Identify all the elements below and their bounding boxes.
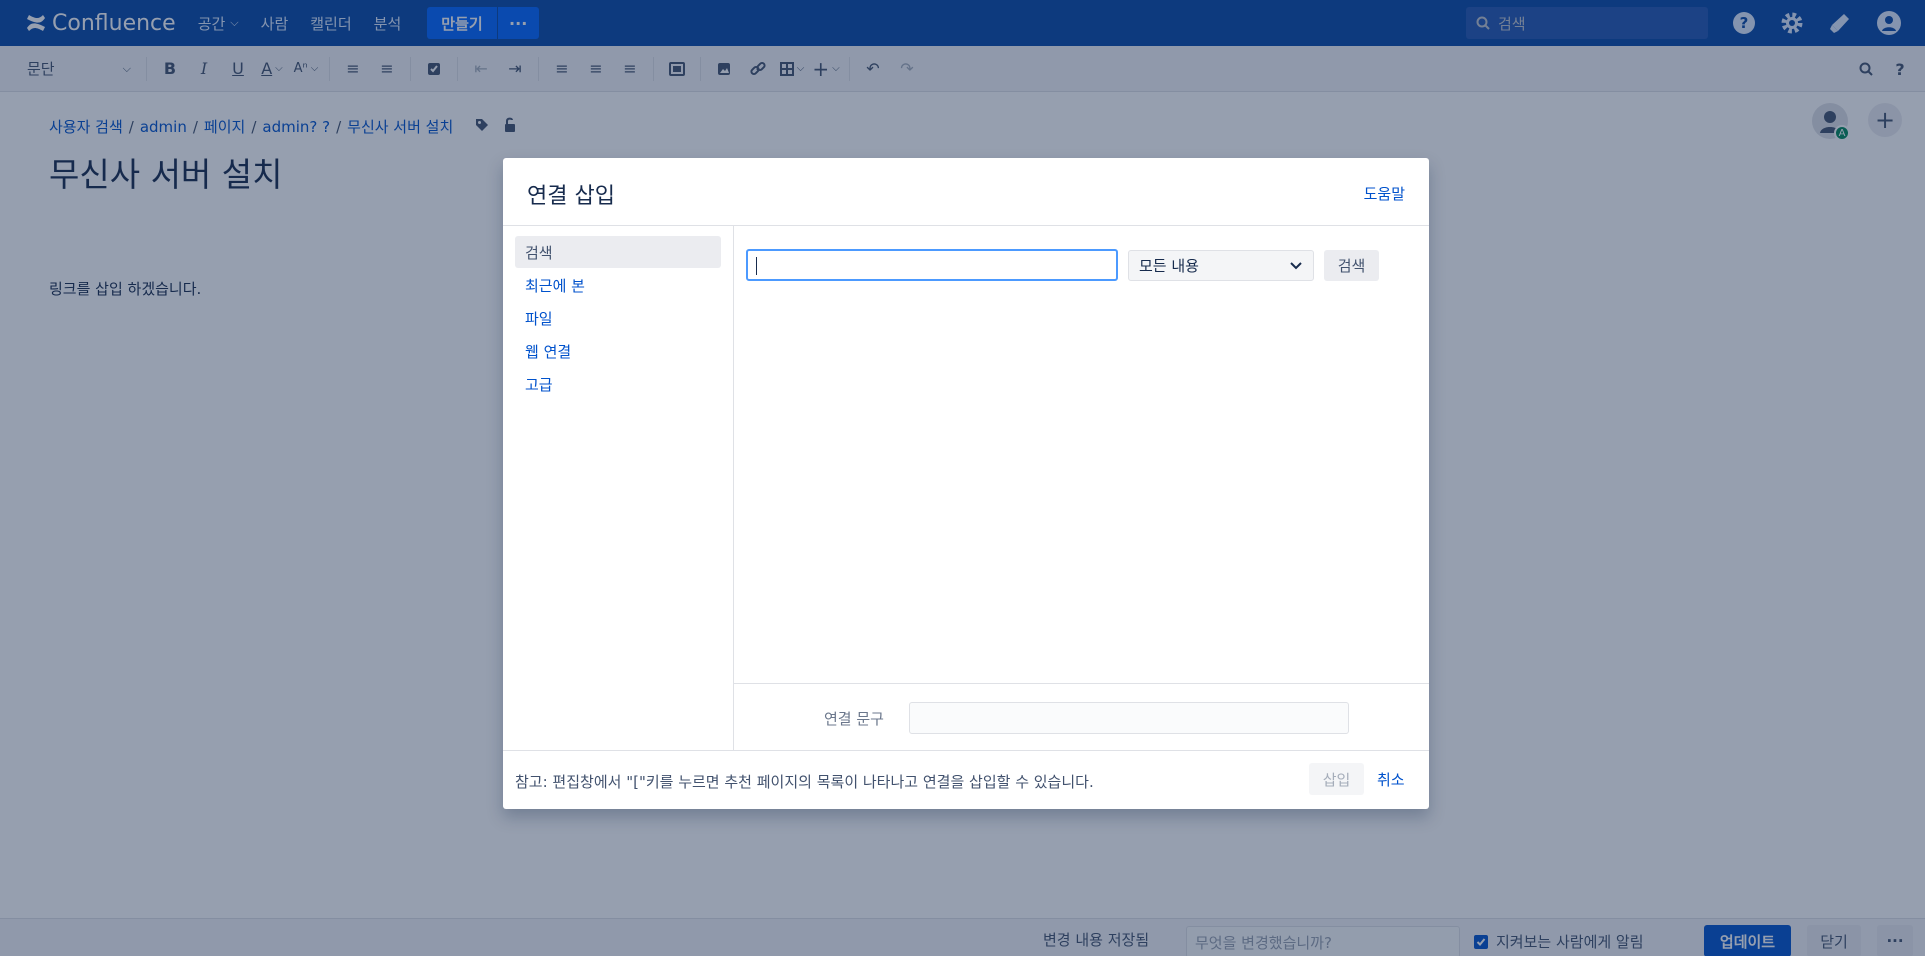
sidebar-item-web-link[interactable]: 웹 연결	[515, 335, 721, 367]
dialog-help-link[interactable]: 도움말	[1364, 183, 1405, 204]
dialog-note: 참고: 편집창에서 "["키를 누르면 추천 페이지의 목록이 나타나고 연결을…	[515, 773, 1094, 791]
sidebar-item-advanced[interactable]: 고급	[515, 368, 721, 400]
dialog-footer: 참고: 편집창에서 "["키를 누르면 추천 페이지의 목록이 나타나고 연결을…	[503, 750, 1429, 809]
search-button[interactable]: 검색	[1324, 250, 1379, 281]
sidebar-item-recently-viewed[interactable]: 최근에 본	[515, 269, 721, 301]
link-search-input[interactable]	[746, 249, 1118, 281]
dialog-title: 연결 삽입	[527, 184, 615, 209]
link-text-row: 연결 문구	[734, 683, 1429, 750]
link-text-label: 연결 문구	[824, 710, 884, 728]
dialog-header: 연결 삽입 도움말	[503, 158, 1429, 226]
insert-button[interactable]: 삽입	[1309, 763, 1364, 795]
cancel-button[interactable]: 취소	[1371, 763, 1411, 795]
insert-link-dialog: 연결 삽입 도움말 검색 최근에 본 파일 웹 연결 고급 모든 내용 검색 연…	[503, 158, 1429, 809]
dialog-sidebar: 검색 최근에 본 파일 웹 연결 고급	[503, 226, 734, 750]
sidebar-item-search[interactable]: 검색	[515, 236, 721, 268]
chevron-down-icon	[1290, 261, 1302, 269]
sidebar-item-files[interactable]: 파일	[515, 302, 721, 334]
link-text-input[interactable]	[909, 702, 1349, 734]
search-scope-value: 모든 내용	[1139, 257, 1199, 275]
text-cursor	[756, 257, 757, 275]
dialog-search-panel: 모든 내용 검색	[734, 226, 1429, 683]
search-scope-select[interactable]: 모든 내용	[1128, 250, 1314, 281]
